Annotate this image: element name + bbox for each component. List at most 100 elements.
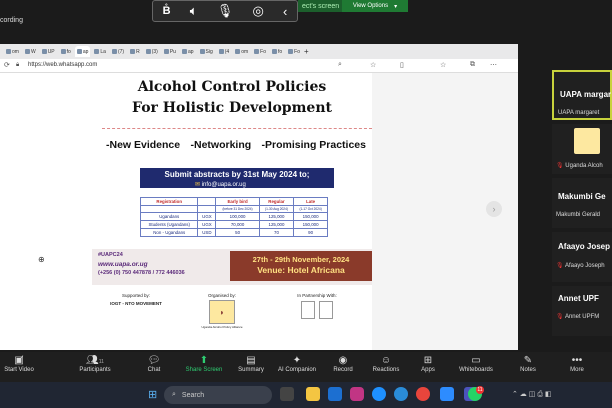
zoom-icon[interactable]: ⌕ bbox=[338, 61, 342, 69]
recording-indicator: cording bbox=[0, 17, 23, 24]
tab-label: om bbox=[241, 48, 249, 55]
browser-tab[interactable]: om bbox=[233, 46, 250, 57]
chevron-down-icon: ▾ bbox=[394, 3, 398, 10]
whiteboards-button[interactable]: ▭ Whiteboards bbox=[451, 354, 501, 373]
browser-tab[interactable]: fo bbox=[270, 46, 284, 57]
broadcast-icon[interactable]: ◎ bbox=[252, 3, 263, 19]
microphone-icon[interactable]: 🎙︎ bbox=[217, 3, 234, 19]
search-placeholder: Search bbox=[181, 391, 205, 399]
refresh-icon[interactable]: ⟳ bbox=[4, 61, 10, 69]
more-icon: ••• bbox=[571, 355, 583, 366]
table-header: Late bbox=[293, 197, 328, 206]
table-cell: 150,000 bbox=[293, 212, 328, 221]
whatsapp-viewer-backdrop: ⊕ bbox=[0, 73, 92, 350]
split-screen-icon[interactable]: ▯ bbox=[400, 61, 404, 69]
poster-email: ✉ info@uapa.or.ug bbox=[195, 181, 246, 188]
browser-tab[interactable]: (7) bbox=[110, 46, 126, 57]
taskbar-search-box[interactable]: ⌕ Search bbox=[164, 386, 272, 404]
whatsapp-side-backdrop: › bbox=[372, 73, 518, 350]
theme-item: -New Evidence bbox=[106, 139, 181, 151]
toolbar-label: Chat bbox=[147, 367, 161, 373]
browser-tab[interactable]: om bbox=[4, 46, 21, 57]
conference-poster: Alcohol Control Policies For Holistic De… bbox=[92, 73, 372, 350]
browser-tab[interactable]: (3) bbox=[144, 46, 160, 57]
partner-logos bbox=[282, 301, 352, 319]
browser-tab[interactable]: Pu bbox=[162, 46, 178, 57]
store-icon[interactable] bbox=[328, 387, 342, 401]
tab-label: Pu bbox=[169, 48, 176, 55]
participant-tile[interactable]: Annet UPF 🎙︎ Annet UPFM bbox=[552, 286, 612, 336]
new-tab-icon[interactable]: + bbox=[304, 47, 309, 56]
notes-button[interactable]: ✎ Notes bbox=[503, 354, 553, 373]
participant-tile[interactable]: Makumbi Ge Makumbi Gerald bbox=[552, 178, 612, 228]
system-tray-icons[interactable]: ⌃ ☁ ◫ ⎙ ◧ bbox=[512, 390, 551, 399]
apps-button[interactable]: ⊞ Apps bbox=[403, 354, 453, 373]
apps-icon: ⊞ bbox=[423, 355, 433, 366]
tab-favicon-icon bbox=[24, 49, 30, 54]
contact-block: #UAPC24 www.uapa.or.ug (+256 (0) 750 447… bbox=[98, 251, 185, 278]
edge-icon[interactable] bbox=[372, 387, 386, 401]
more-dots-icon[interactable]: ⋯ bbox=[490, 61, 497, 69]
poster-title-line2: For Holistic Development bbox=[132, 100, 332, 116]
participants-button[interactable]: 👥︎11 Participants bbox=[70, 354, 120, 373]
instagram-icon[interactable] bbox=[350, 387, 364, 401]
browser-tab[interactable]: La bbox=[92, 46, 108, 57]
tab-favicon-icon bbox=[163, 49, 169, 54]
tab-favicon-icon bbox=[60, 49, 66, 54]
windows-start-icon[interactable]: ⊞ bbox=[148, 388, 157, 401]
table-row: Non - Ugandans USD 50 70 90 bbox=[139, 228, 328, 237]
share-screen-button[interactable]: ⬆ Share Screen bbox=[179, 354, 229, 373]
task-view-icon[interactable] bbox=[280, 387, 294, 401]
zoom-in-icon[interactable]: ⊕ bbox=[38, 255, 45, 264]
tab-favicon-icon bbox=[181, 49, 187, 54]
hashtag: #UAPC24 bbox=[98, 252, 123, 258]
browser-tab[interactable]: ap bbox=[74, 46, 91, 57]
table-cell bbox=[139, 205, 199, 213]
browser-tab[interactable]: ap bbox=[180, 46, 196, 57]
ai-companion-button[interactable]: ✦ AI Companion bbox=[272, 354, 322, 373]
url-text[interactable]: https://web.whatsapp.com bbox=[28, 62, 97, 68]
start-video-button[interactable]: ▣̸ Start Video bbox=[0, 354, 44, 373]
participant-tile[interactable]: Afaayo Josep 🎙︎ Afaayo Joseph bbox=[552, 232, 612, 282]
annotate-icon[interactable]: B̊ bbox=[163, 5, 171, 17]
browser-tab[interactable]: R bbox=[128, 46, 142, 57]
tab-label: W bbox=[30, 48, 36, 55]
address-bar[interactable]: ⟳ 🔒︎ https://web.whatsapp.com ⌕ ☆ ▯ ☆ ⧉ … bbox=[0, 59, 518, 73]
next-media-icon[interactable]: › bbox=[486, 201, 502, 217]
supporter-name: IOGT - NTO MOVEMENT bbox=[110, 301, 162, 306]
collections-icon[interactable]: ⧉ bbox=[470, 61, 475, 69]
table-header: Early bird bbox=[215, 197, 260, 206]
currency-header bbox=[197, 197, 217, 206]
view-options-button[interactable]: View Options ▾ bbox=[342, 0, 408, 12]
chevron-left-icon[interactable]: ‹ bbox=[283, 4, 287, 19]
coat-of-arms-icon bbox=[301, 301, 315, 319]
search-icon: ⌕ bbox=[172, 391, 176, 398]
copilot-icon[interactable] bbox=[394, 387, 408, 401]
toolbar-label: Summary bbox=[238, 367, 264, 373]
browser-tab[interactable]: fo bbox=[59, 46, 73, 57]
summary-button[interactable]: ▤ Summary bbox=[226, 354, 276, 373]
chrome-icon[interactable] bbox=[416, 387, 430, 401]
speaker-icon[interactable]: 🔈︎ bbox=[190, 3, 198, 19]
participant-tile[interactable]: 🎙︎ Uganda Alcoh bbox=[552, 124, 612, 174]
chat-button[interactable]: 💬︎ Chat bbox=[129, 354, 179, 373]
file-explorer-icon[interactable] bbox=[306, 387, 320, 401]
tab-label: ap bbox=[187, 48, 194, 55]
tab-label: Fo bbox=[260, 48, 266, 55]
participant-tile[interactable]: UAPA margar UAPA margaret bbox=[552, 70, 612, 120]
more-button[interactable]: ••• More bbox=[552, 354, 602, 373]
star-icon[interactable]: ☆ bbox=[370, 61, 376, 69]
participant-label: 🎙︎ Uganda Alcoh bbox=[556, 162, 603, 169]
browser-tab[interactable]: W bbox=[23, 46, 38, 57]
browser-tab[interactable]: Fo bbox=[286, 46, 302, 57]
event-dates: 27th - 29th November, 2024 bbox=[252, 255, 350, 264]
table-cell: (1-17 Oct 2024) bbox=[293, 205, 328, 213]
favorites-icon[interactable]: ☆ bbox=[440, 61, 446, 69]
browser-tab[interactable]: Sig bbox=[198, 46, 215, 57]
browser-tab[interactable]: (4 bbox=[217, 46, 231, 57]
tab-favicon-icon bbox=[130, 49, 136, 54]
browser-tab[interactable]: UP bbox=[40, 46, 57, 57]
browser-tab[interactable]: Fo bbox=[252, 46, 268, 57]
share-status-text: ect's screen bbox=[302, 2, 340, 10]
zoom-app-icon[interactable] bbox=[440, 387, 454, 401]
